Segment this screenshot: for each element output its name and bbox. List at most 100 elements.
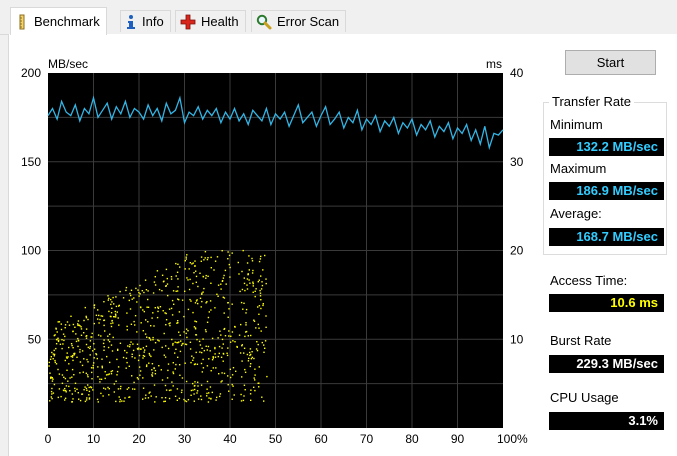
access-time-point [73, 374, 75, 376]
access-time-point [83, 332, 85, 334]
access-time-point [101, 367, 103, 369]
access-time-point [208, 311, 210, 313]
access-time-point [195, 334, 197, 336]
ruler-icon [19, 14, 25, 29]
access-time-point [260, 299, 262, 301]
access-time-point [166, 377, 169, 379]
access-time-point [210, 370, 212, 372]
access-time-point [260, 275, 262, 277]
access-time-point [221, 380, 223, 382]
access-time-point [210, 267, 212, 269]
access-time-point [246, 262, 249, 264]
access-time-point [145, 345, 148, 347]
access-time-point [166, 277, 168, 280]
access-time-point [245, 322, 247, 324]
access-time-point [260, 307, 262, 310]
access-time-point [110, 325, 113, 328]
access-time-point [211, 359, 214, 361]
access-time-point [177, 322, 179, 324]
access-time-point [207, 257, 209, 259]
access-time-point [257, 382, 259, 384]
access-time-point [85, 328, 88, 330]
access-time-point [186, 254, 188, 256]
access-time-point [126, 388, 128, 390]
access-time-point [109, 333, 111, 335]
access-time-point [174, 368, 176, 370]
access-time-point [93, 304, 96, 306]
access-time-point [51, 397, 53, 400]
access-time-point [229, 376, 232, 379]
y-right-tick-label: 20 [510, 244, 524, 258]
access-time-point [139, 284, 141, 287]
access-time-point [91, 332, 93, 335]
access-time-point [112, 296, 114, 299]
access-time-point [191, 355, 193, 357]
access-time-point [207, 345, 210, 348]
access-time-point [214, 353, 216, 355]
access-time-point [250, 363, 252, 365]
access-time-point [229, 266, 231, 269]
access-time-point [119, 400, 121, 403]
access-time-point [118, 396, 120, 398]
access-time-point [77, 323, 79, 325]
access-time-point [76, 356, 78, 358]
access-time-point [224, 269, 227, 272]
access-time-point [245, 312, 247, 314]
access-time-point [85, 315, 87, 318]
access-time-point [97, 366, 99, 368]
access-time-point [265, 315, 267, 317]
access-time-point [240, 393, 242, 396]
access-time-point [175, 262, 177, 265]
access-time-point [143, 310, 145, 313]
access-time-point [225, 283, 227, 285]
access-time-point [103, 387, 105, 389]
access-time-point [83, 358, 85, 360]
access-time-point [161, 379, 164, 381]
access-time-point [249, 393, 252, 395]
access-time-point [104, 377, 106, 380]
access-time-point [185, 380, 188, 383]
access-time-point [51, 351, 53, 354]
access-time-point [192, 382, 194, 385]
access-time-point [144, 397, 147, 399]
access-time-point [99, 378, 101, 380]
access-time-point [177, 286, 179, 288]
access-time-point [209, 386, 212, 388]
access-time-point [206, 380, 209, 383]
access-time-point [185, 328, 188, 330]
access-time-point [154, 307, 156, 309]
access-time-point [147, 397, 150, 399]
access-time-point [142, 354, 145, 357]
access-time-point [231, 374, 234, 376]
access-time-point [101, 365, 103, 367]
access-time-point [64, 359, 66, 362]
access-time-point [66, 369, 68, 371]
access-time-point [207, 275, 209, 277]
access-time-point [143, 291, 145, 294]
access-time-point [90, 367, 93, 369]
access-time-point [239, 352, 242, 354]
access-time-point [93, 362, 95, 364]
access-time-point [105, 374, 108, 376]
access-time-point [130, 294, 132, 297]
access-time-point [219, 393, 222, 395]
access-time-point [108, 388, 110, 390]
access-time-point [154, 342, 157, 344]
access-time-point [122, 356, 125, 359]
access-time-point [58, 373, 61, 375]
access-time-point [128, 387, 130, 389]
access-time-point [60, 328, 63, 331]
access-time-point [85, 399, 88, 401]
access-time-point [231, 398, 233, 400]
access-time-point [201, 293, 203, 295]
access-time-point [129, 292, 131, 295]
access-time-point [120, 385, 122, 388]
access-time-point [70, 355, 72, 358]
access-time-point [211, 391, 213, 394]
tab-benchmark[interactable]: Benchmark [10, 7, 107, 35]
access-time-point [197, 381, 199, 383]
access-time-point [213, 269, 215, 271]
access-time-point [260, 288, 263, 290]
access-time-point [199, 344, 202, 346]
start-button[interactable]: Start [565, 50, 656, 75]
